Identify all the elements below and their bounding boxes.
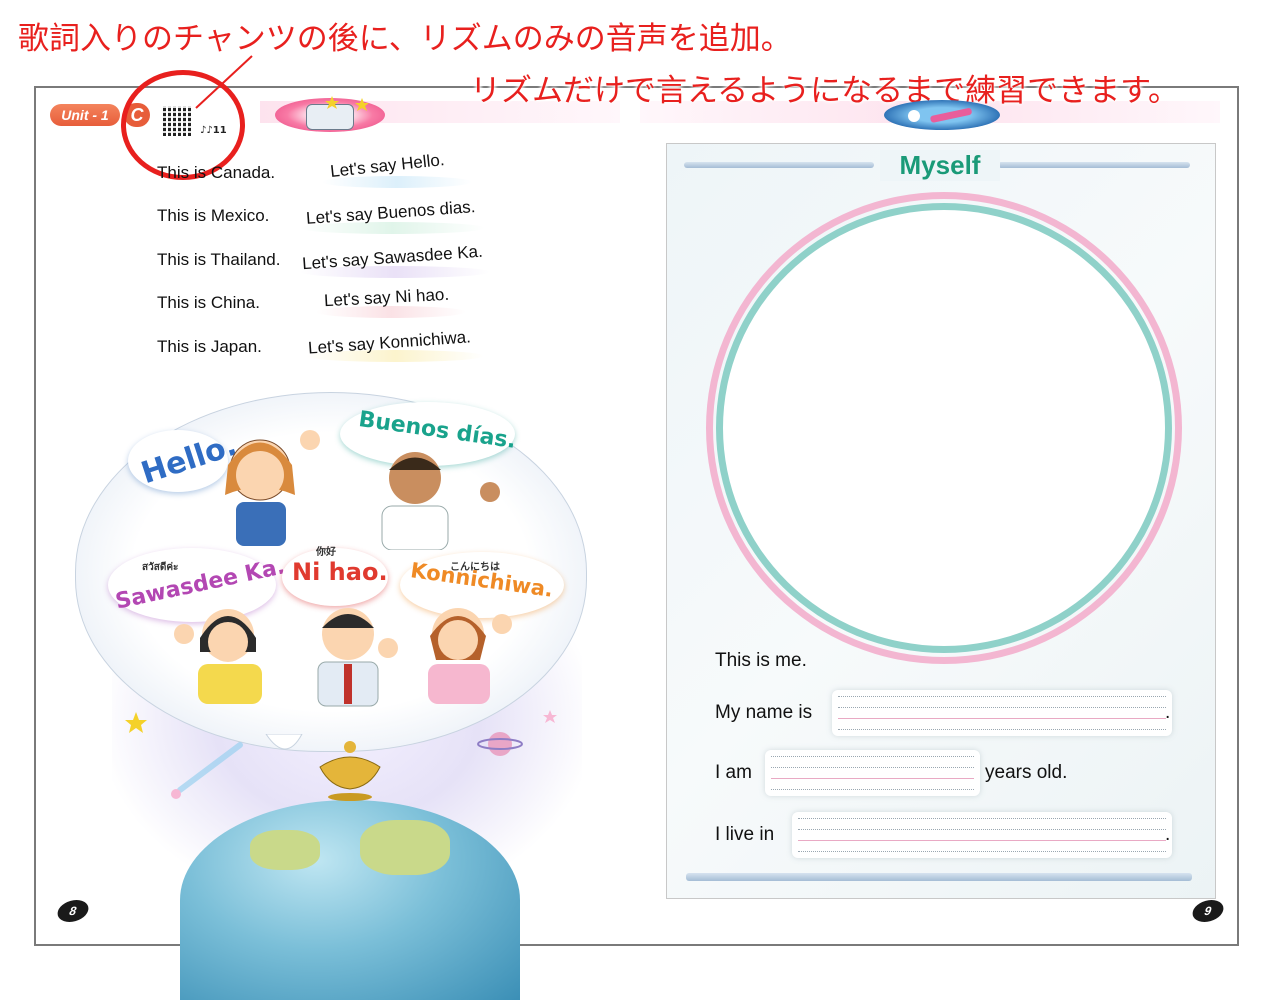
kid-japan-illustration xyxy=(428,608,512,704)
chant-country-4: This is China. xyxy=(157,293,260,312)
unit-badge: Unit - 1 xyxy=(50,104,120,126)
name-period: . xyxy=(1165,702,1171,723)
globe-land xyxy=(250,830,320,870)
name-field[interactable] xyxy=(832,690,1172,736)
kid-mexico-illustration xyxy=(381,452,500,550)
greeting-nihao: Ni hao. xyxy=(292,558,388,586)
title-bar-left xyxy=(684,162,874,168)
my-name-is-label: My name is xyxy=(715,702,813,723)
kid-thailand-illustration xyxy=(174,609,262,704)
years-old-label: years old. xyxy=(985,762,1068,783)
globe-land-2 xyxy=(360,820,450,875)
chant-country-3: This is Thailand. xyxy=(157,250,281,269)
star-sparkle-icon xyxy=(325,96,369,111)
age-field[interactable] xyxy=(765,750,980,796)
kid-canada-illustration xyxy=(225,430,320,546)
magic-lamp-illustration xyxy=(319,741,381,801)
kid-china-illustration xyxy=(317,608,398,707)
i-am-label: I am xyxy=(715,762,752,783)
this-is-me-label: This is me. xyxy=(715,650,807,671)
globe-illustration xyxy=(180,800,520,1000)
bottom-bar xyxy=(686,873,1192,881)
chant-country-2: This is Mexico. xyxy=(157,206,270,225)
photo-frame-area[interactable] xyxy=(716,203,1172,653)
chant-country-5: This is Japan. xyxy=(157,337,262,356)
pen-icon xyxy=(908,108,972,123)
title-bar-right xyxy=(998,162,1190,168)
annotation-line-1: 歌詞入りのチャンツの後に、リズムのみの音声を追加。 xyxy=(18,21,792,57)
annotation-line-2: リズムだけで言えるようになるまで練習できます。 xyxy=(470,73,1179,109)
location-period: . xyxy=(1165,824,1171,845)
chant-country-1: This is Canada. xyxy=(157,163,276,182)
i-live-in-label: I live in xyxy=(715,824,775,845)
location-field[interactable] xyxy=(792,812,1172,858)
greeting-sawasdee-native: สวัสดีค่ะ xyxy=(142,562,179,573)
page-title: Myself xyxy=(880,150,1000,181)
